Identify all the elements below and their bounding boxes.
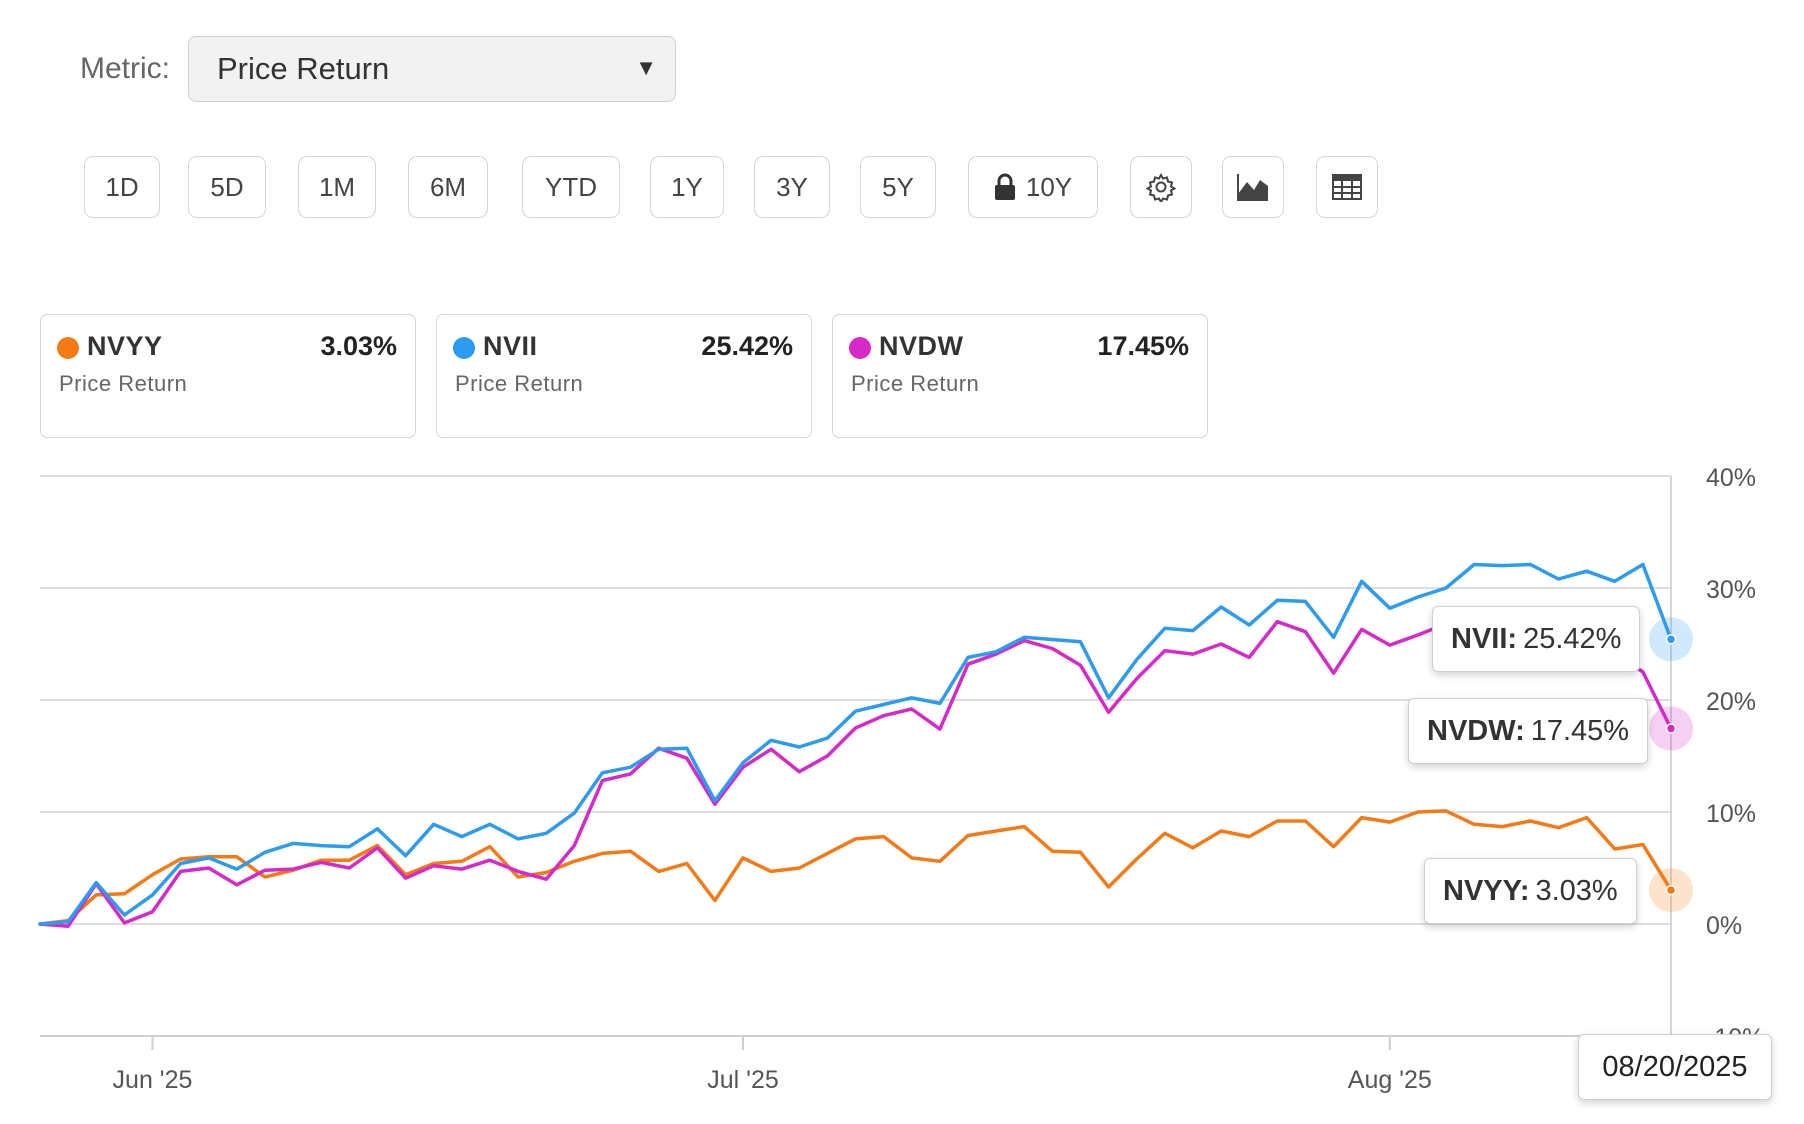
settings-button[interactable] bbox=[1130, 156, 1192, 218]
legend-cards: NVYY 3.03% Price Return NVII 25.42% Pric… bbox=[40, 314, 1240, 440]
metric-row: Metric: Price Return ▼ bbox=[80, 36, 676, 102]
range-button-ytd[interactable]: YTD bbox=[522, 156, 620, 218]
y-tick-label: 10% bbox=[1706, 800, 1756, 828]
series-color-dot bbox=[849, 337, 871, 359]
x-axis: Jun '25 Jul '25 Aug '25 bbox=[113, 1036, 1432, 1094]
range-label: 5Y bbox=[882, 171, 914, 202]
range-label: 5D bbox=[210, 171, 244, 202]
range-label: 1D bbox=[105, 171, 139, 202]
metric-label: Metric: bbox=[80, 52, 170, 85]
metric-selected-value: Price Return bbox=[217, 51, 390, 86]
series-color-dot bbox=[453, 337, 475, 359]
card-nvyy[interactable]: NVYY 3.03% Price Return bbox=[40, 314, 416, 438]
tooltip-value: 25.42% bbox=[1523, 622, 1622, 655]
series-endpoint-dot bbox=[1665, 723, 1677, 734]
tooltip-ticker: NVII: bbox=[1451, 622, 1518, 655]
range-button-1d[interactable]: 1D bbox=[84, 156, 160, 218]
card-subtitle: Price Return bbox=[59, 371, 188, 396]
range-button-5y[interactable]: 5Y bbox=[860, 156, 936, 218]
metric-select[interactable]: Price Return ▼ bbox=[188, 36, 676, 102]
gear-icon bbox=[1146, 172, 1176, 202]
card-nvdw[interactable]: NVDW 17.45% Price Return bbox=[832, 314, 1208, 438]
tooltip-value: 17.45% bbox=[1530, 714, 1630, 747]
range-label: 10Y bbox=[1025, 171, 1073, 202]
range-button-6m[interactable]: 6M bbox=[408, 156, 488, 218]
range-button-3y[interactable]: 3Y bbox=[754, 156, 830, 218]
card-ticker: NVYY bbox=[87, 331, 163, 361]
y-tick-label: 30% bbox=[1706, 576, 1756, 604]
range-button-1m[interactable]: 1M bbox=[298, 156, 376, 218]
lock-icon bbox=[994, 173, 1016, 201]
series-color-dot bbox=[57, 337, 79, 359]
range-label: 3Y bbox=[776, 171, 808, 202]
y-tick-label: 40% bbox=[1706, 464, 1756, 492]
y-tick-label: 20% bbox=[1706, 688, 1756, 716]
x-tick-label: Jun '25 bbox=[113, 1066, 193, 1094]
tooltip-nvii: NVII: 25.42% bbox=[1432, 606, 1641, 672]
tooltip-ticker: NVYY: bbox=[1443, 874, 1530, 907]
card-ticker: NVII bbox=[483, 331, 538, 361]
series-endpoint-dot bbox=[1665, 884, 1677, 896]
card-value: 25.42% bbox=[701, 331, 793, 361]
chevron-down-icon: ▼ bbox=[635, 55, 657, 80]
tooltip-nvdw: NVDW: 17.45% bbox=[1408, 698, 1649, 764]
x-tick-label: Aug '25 bbox=[1348, 1066, 1432, 1094]
range-button-1y[interactable]: 1Y bbox=[650, 156, 724, 218]
range-button-5d[interactable]: 5D bbox=[188, 156, 266, 218]
tooltip-ticker: NVDW: bbox=[1427, 714, 1525, 747]
card-value: 3.03% bbox=[320, 331, 397, 361]
y-tick-label: 0% bbox=[1706, 912, 1742, 940]
card-value: 17.45% bbox=[1097, 331, 1189, 361]
series-endpoint-dot bbox=[1665, 634, 1677, 645]
card-nvii[interactable]: NVII 25.42% Price Return bbox=[436, 314, 812, 438]
range-label: YTD bbox=[545, 171, 597, 202]
card-subtitle: Price Return bbox=[851, 371, 980, 396]
crosshair-date-label: 08/20/2025 bbox=[1578, 1034, 1772, 1100]
area-chart-icon bbox=[1236, 172, 1270, 202]
range-label: 1Y bbox=[671, 171, 703, 202]
x-tick-label: Jul '25 bbox=[707, 1066, 778, 1094]
table-view-button[interactable] bbox=[1316, 156, 1378, 218]
tooltip-value: 3.03% bbox=[1535, 874, 1618, 907]
y-axis: 40%30%20%10%0%-10% bbox=[1706, 464, 1764, 1052]
card-ticker: NVDW bbox=[879, 331, 964, 361]
chart-type-button[interactable] bbox=[1222, 156, 1284, 218]
price-return-chart[interactable]: 40%30%20%10%0%-10% Jun '25Jul '25Aug '25 bbox=[0, 450, 1804, 1124]
range-label: 6M bbox=[429, 171, 467, 202]
range-bar: 1D 5D 1M 6M YTD 1Y 3Y 5Y 10Y bbox=[0, 156, 1400, 218]
table-icon bbox=[1332, 174, 1362, 200]
card-subtitle: Price Return bbox=[455, 371, 584, 396]
tooltip-nvyy: NVYY: 3.03% bbox=[1424, 858, 1637, 924]
range-button-10y[interactable]: 10Y bbox=[968, 156, 1098, 218]
range-label: 1M bbox=[318, 171, 356, 202]
